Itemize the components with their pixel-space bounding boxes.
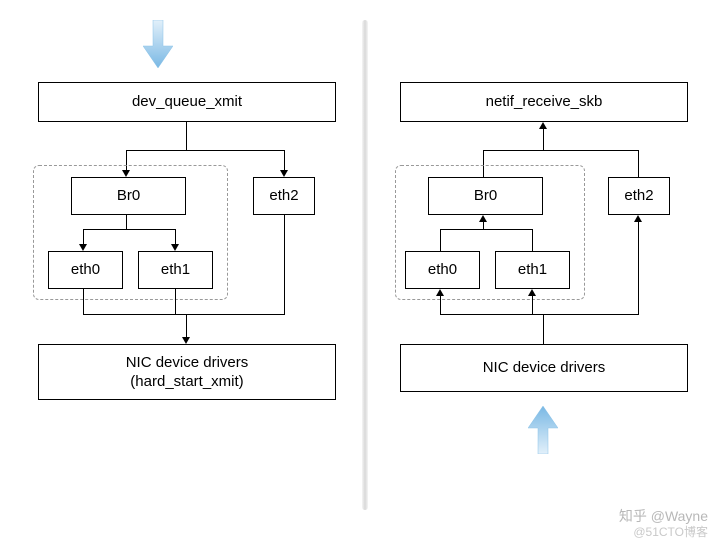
connector: [532, 296, 533, 314]
eth0-box: eth0: [48, 251, 123, 289]
arrowhead-down-icon: [171, 244, 179, 251]
watermark-line1: 知乎 @Wayne: [619, 508, 708, 525]
connector: [83, 314, 176, 315]
connector: [284, 150, 285, 170]
arrowhead-down-icon: [182, 337, 190, 344]
eth1-box: eth1: [138, 251, 213, 289]
connector: [440, 229, 441, 251]
connector: [440, 314, 639, 315]
nic-drivers-label: NIC device drivers (hard_start_xmit): [126, 353, 249, 392]
connector: [186, 122, 187, 150]
eth0-label: eth0: [71, 260, 100, 280]
connector: [83, 229, 175, 230]
connector: [175, 314, 285, 315]
eth1-label: eth1: [518, 260, 547, 280]
arrowhead-up-icon: [528, 289, 536, 296]
arrowhead-down-icon: [280, 170, 288, 177]
eth2-label: eth2: [269, 186, 298, 206]
down-arrow-icon: [143, 20, 173, 68]
dev-queue-xmit-box: dev_queue_xmit: [38, 82, 336, 122]
connector: [284, 215, 285, 314]
tx-diagram: dev_queue_xmit Br0 eth0 eth1 eth2 NIC d: [38, 30, 338, 510]
br0-box: Br0: [71, 177, 186, 215]
connector: [186, 314, 187, 337]
eth1-box: eth1: [495, 251, 570, 289]
connector: [483, 150, 638, 151]
eth1-label: eth1: [161, 260, 190, 280]
arrowhead-up-icon: [436, 289, 444, 296]
connector: [440, 296, 441, 314]
connector: [483, 222, 484, 229]
eth2-box: eth2: [253, 177, 315, 215]
connector: [532, 229, 533, 251]
eth0-label: eth0: [428, 260, 457, 280]
eth0-box: eth0: [405, 251, 480, 289]
arrowhead-up-icon: [539, 122, 547, 129]
br0-label: Br0: [474, 186, 497, 206]
connector: [126, 150, 284, 151]
connector: [83, 289, 84, 314]
netif-receive-box: netif_receive_skb: [400, 82, 688, 122]
nic-drivers-label: NIC device drivers: [483, 358, 606, 378]
connector: [543, 314, 544, 344]
br0-box: Br0: [428, 177, 543, 215]
connector: [440, 229, 532, 230]
connector: [638, 150, 639, 177]
dev-queue-xmit-label: dev_queue_xmit: [132, 92, 242, 112]
up-arrow-icon: [528, 406, 558, 454]
nic-drivers-box: NIC device drivers: [400, 344, 688, 392]
connector: [83, 229, 84, 244]
nic-drivers-box: NIC device drivers (hard_start_xmit): [38, 344, 336, 400]
connector: [175, 229, 176, 244]
eth2-box: eth2: [608, 177, 670, 215]
arrowhead-up-icon: [634, 215, 642, 222]
eth2-label: eth2: [624, 186, 653, 206]
rx-diagram: netif_receive_skb Br0 eth0 eth1 eth2 NIC…: [400, 30, 690, 510]
connector: [126, 215, 127, 229]
connector: [638, 222, 639, 314]
arrowhead-up-icon: [479, 215, 487, 222]
watermark: 知乎 @Wayne @51CTO博客: [619, 508, 708, 539]
vertical-divider: [362, 20, 368, 510]
arrowhead-down-icon: [79, 244, 87, 251]
watermark-line2: @51CTO博客: [619, 525, 708, 539]
netif-receive-label: netif_receive_skb: [486, 92, 603, 112]
connector: [543, 129, 544, 150]
br0-label: Br0: [117, 186, 140, 206]
connector: [175, 289, 176, 314]
